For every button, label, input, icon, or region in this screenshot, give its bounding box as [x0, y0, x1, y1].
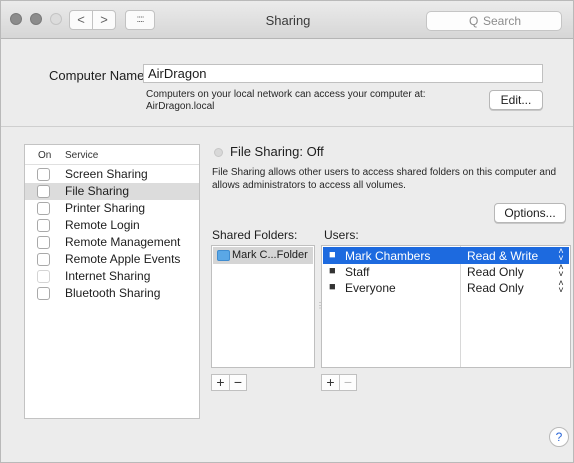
service-checkbox[interactable] — [37, 270, 50, 283]
service-checkbox[interactable] — [37, 168, 50, 181]
status-indicator-icon — [214, 148, 223, 157]
service-checkbox[interactable] — [37, 236, 50, 249]
user-row[interactable]: ■ Mark Chambers Read & Write ˄ ˅ — [323, 247, 569, 264]
splitter-handle[interactable]: ⋮ — [316, 301, 324, 311]
shared-folders-label: Shared Folders: — [212, 228, 298, 242]
search-icon: Q — [469, 14, 479, 28]
shared-folders-add-remove: + − — [211, 374, 247, 391]
computer-name-field[interactable]: AirDragon — [143, 64, 543, 83]
service-checkbox[interactable] — [37, 202, 50, 215]
help-button[interactable]: ? — [549, 427, 569, 447]
search-input[interactable]: Q Search — [426, 11, 562, 31]
shared-folder-name: Mark C...Folder — [232, 249, 308, 261]
on-column-header: On — [38, 150, 52, 161]
service-row[interactable]: File Sharing — [25, 183, 199, 200]
service-name: Screen Sharing — [65, 167, 148, 181]
users-label: Users: — [324, 228, 359, 242]
service-name: Remote Apple Events — [65, 252, 181, 266]
user-name: Mark Chambers — [345, 249, 431, 263]
service-checkbox[interactable] — [37, 253, 50, 266]
permission-select[interactable]: Read Only — [467, 265, 524, 279]
user-icon: ■ — [329, 249, 336, 261]
group-icon: ■ — [329, 265, 336, 277]
sharing-window: < > :::: Sharing Q Search Computer Name:… — [0, 0, 574, 463]
service-name: Printer Sharing — [65, 201, 146, 215]
users-add-remove: + − — [321, 374, 357, 391]
service-checkbox[interactable] — [37, 219, 50, 232]
shared-folder-row[interactable]: Mark C...Folder — [213, 247, 313, 264]
permission-select[interactable]: Read Only — [467, 281, 524, 295]
titlebar: < > :::: Sharing Q Search — [1, 1, 573, 39]
folder-icon — [217, 250, 230, 261]
add-user-button[interactable]: + — [322, 375, 339, 390]
remove-folder-button[interactable]: − — [229, 375, 246, 390]
service-row[interactable]: Internet Sharing — [25, 268, 199, 285]
service-name: Remote Login — [65, 218, 140, 232]
updown-arrows-icon[interactable]: ˄ ˅ — [557, 263, 565, 279]
service-row[interactable]: Remote Management — [25, 234, 199, 251]
users-list[interactable]: ■ Mark Chambers Read & Write ˄ ˅ ■ Staff Read O… — [321, 245, 571, 368]
network-address-note: Computers on your local network can acce… — [146, 89, 426, 112]
service-row[interactable]: Printer Sharing — [25, 200, 199, 217]
service-row[interactable]: Bluetooth Sharing — [25, 285, 199, 302]
service-name: Remote Management — [65, 235, 181, 249]
remove-user-button[interactable]: − — [339, 375, 356, 390]
service-row[interactable]: Remote Apple Events — [25, 251, 199, 268]
service-column-header: Service — [65, 150, 99, 161]
updown-arrows-icon[interactable]: ˄ ˅ — [557, 279, 565, 295]
everyone-icon: ■ — [329, 281, 336, 293]
computer-name-label: Computer Name: — [49, 68, 148, 83]
user-row[interactable]: ■ Everyone Read Only ˄ ˅ — [323, 279, 569, 296]
service-list: On Service Screen Sharing File Sharing Pri… — [24, 144, 200, 419]
edit-button[interactable]: Edit... — [489, 90, 543, 110]
service-checkbox[interactable] — [37, 185, 50, 198]
file-sharing-status: File Sharing: Off — [230, 144, 324, 159]
updown-arrows-icon[interactable]: ˄ ˅ — [557, 247, 565, 263]
user-row[interactable]: ■ Staff Read Only ˄ ˅ — [323, 263, 569, 280]
user-name: Everyone — [345, 281, 396, 295]
service-row[interactable]: Screen Sharing — [25, 166, 199, 183]
search-placeholder: Search — [483, 14, 522, 28]
section-divider — [1, 126, 573, 127]
add-folder-button[interactable]: + — [212, 375, 229, 390]
permission-select[interactable]: Read & Write — [467, 249, 538, 263]
user-name: Staff — [345, 265, 370, 279]
service-name: Bluetooth Sharing — [65, 286, 161, 300]
service-name: File Sharing — [65, 184, 130, 198]
service-name: Internet Sharing — [65, 269, 151, 283]
shared-folders-list[interactable]: Mark C...Folder — [211, 245, 315, 368]
service-checkbox[interactable] — [37, 287, 50, 300]
service-list-header: On Service — [25, 145, 199, 165]
options-button[interactable]: Options... — [494, 203, 566, 223]
file-sharing-description: File Sharing allows other users to acces… — [212, 167, 557, 191]
service-row[interactable]: Remote Login — [25, 217, 199, 234]
